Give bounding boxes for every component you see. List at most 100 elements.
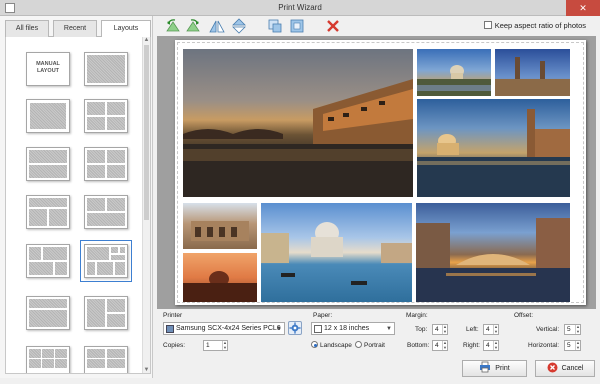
printer-value: Samsung SCX-4x24 Series PCL6 <box>176 325 281 332</box>
portrait-radio[interactable]: Portrait <box>355 341 385 349</box>
layout-mixed-c[interactable] <box>26 244 70 278</box>
margin-top-spinner[interactable]: 4 ▲ ▼ <box>432 324 448 335</box>
margin-bottom-spinner[interactable]: 4 ▲ ▼ <box>432 340 448 351</box>
cancel-label: Cancel <box>561 365 584 372</box>
photo-rome-vatican[interactable] <box>417 49 491 96</box>
margin-right-value: 4 <box>486 342 490 349</box>
image-toolbar: Keep aspect ratio of photos <box>157 16 600 36</box>
gear-icon <box>289 322 301 334</box>
layout-grid-many-b[interactable] <box>84 346 128 373</box>
offset-horizontal-value: 5 <box>567 342 571 349</box>
margin-right-spinner[interactable]: 4 ▲ ▼ <box>483 340 499 351</box>
margin-bottom-value: 4 <box>435 342 439 349</box>
scroll-up-icon[interactable]: ▲ <box>143 37 150 44</box>
layout-mixed-d[interactable] <box>26 296 70 330</box>
margin-left-label: Left: <box>466 326 479 333</box>
scroll-down-icon[interactable]: ▼ <box>143 367 150 373</box>
photo-venice-sangiorgio[interactable] <box>417 99 570 197</box>
offset-label: Offset: <box>514 312 534 319</box>
margin-label: Margin: <box>406 312 428 319</box>
tab-all-files[interactable]: All files <box>5 20 49 37</box>
paper-label: Paper: <box>313 312 333 319</box>
layout-two-rows[interactable] <box>26 147 70 181</box>
photo-florence-river[interactable] <box>183 49 413 197</box>
layout-mixed-a[interactable] <box>26 195 70 229</box>
offset-horizontal-spinner[interactable]: 5 ▲ ▼ <box>564 340 581 351</box>
offset-horizontal-label: Horizontal: <box>528 342 560 349</box>
print-button[interactable]: Print <box>462 360 527 377</box>
left-panel: All files Recent Layouts MANUAL LAYOUT ▲… <box>0 16 153 378</box>
radio-dot[interactable] <box>355 341 362 348</box>
flip-vertical-icon[interactable] <box>231 18 247 34</box>
checkbox-box[interactable] <box>483 21 492 29</box>
delete-icon[interactable] <box>325 18 341 34</box>
landscape-radio[interactable]: Landscape <box>311 341 352 349</box>
fit-icon[interactable] <box>267 18 283 34</box>
flip-horizontal-icon[interactable] <box>209 18 225 34</box>
copies-label: Copies: <box>163 342 186 349</box>
printer-properties-button[interactable] <box>288 321 302 335</box>
paper-icon <box>314 325 322 333</box>
chevron-down-icon: ▼ <box>276 326 282 332</box>
layout-grid-many[interactable] <box>26 346 70 373</box>
layout-manual[interactable]: MANUAL LAYOUT <box>26 52 70 86</box>
fill-icon[interactable] <box>289 18 305 34</box>
layout-list: MANUAL LAYOUT ▲ ▼ <box>5 37 151 374</box>
copies-spinner[interactable]: 1 ▲ ▼ <box>203 340 228 351</box>
layout-four-grid-b[interactable] <box>84 147 128 181</box>
paper-size-select[interactable]: 12 x 18 inches ▼ <box>311 322 395 335</box>
photo-pisa-arches[interactable] <box>183 203 257 249</box>
paper-sheet <box>175 40 586 305</box>
spin-arrows-icon[interactable]: ▲ ▼ <box>575 324 580 334</box>
dialog-buttons: Print Cancel <box>157 360 600 382</box>
window-title: Print Wizard <box>278 3 322 12</box>
margin-right-label: Right: <box>463 342 480 349</box>
spin-arrows-icon[interactable]: ▲ ▼ <box>222 340 227 350</box>
source-tabs: All files Recent Layouts <box>5 20 151 38</box>
print-preview <box>157 36 596 309</box>
chevron-down-icon: ▼ <box>386 326 392 332</box>
layout-single-full[interactable] <box>84 52 128 86</box>
rotate-left-icon[interactable] <box>165 18 181 34</box>
radio-dot[interactable] <box>311 341 318 348</box>
spin-arrows-icon[interactable]: ▲ ▼ <box>493 340 498 350</box>
keep-aspect-checkbox[interactable]: Keep aspect ratio of photos <box>483 21 586 30</box>
portrait-label: Portrait <box>364 342 385 349</box>
print-icon <box>480 361 491 373</box>
rotate-right-icon[interactable] <box>185 18 201 34</box>
margin-left-spinner[interactable]: 4 ▲ ▼ <box>483 324 499 335</box>
margin-top-label: Top: <box>415 326 428 333</box>
margin-left-value: 4 <box>486 326 490 333</box>
cancel-icon <box>547 362 558 373</box>
tab-layouts[interactable]: Layouts <box>101 20 151 38</box>
offset-vertical-value: 5 <box>567 326 571 333</box>
window-close-button[interactable]: ✕ <box>566 0 600 16</box>
title-bar: Print Wizard ✕ <box>0 0 600 16</box>
spin-arrows-icon[interactable]: ▲ ▼ <box>575 340 580 350</box>
cancel-button[interactable]: Cancel <box>535 360 595 377</box>
offset-vertical-spinner[interactable]: 5 ▲ ▼ <box>564 324 581 335</box>
layout-mixed-e[interactable] <box>84 296 128 330</box>
layout-scrollbar[interactable]: ▲ ▼ <box>142 37 150 373</box>
tab-recent[interactable]: Recent <box>53 20 97 37</box>
keep-aspect-label: Keep aspect ratio of photos <box>494 21 586 30</box>
photo-venice-rialto-night[interactable] <box>416 203 570 302</box>
spin-arrows-icon[interactable]: ▲ ▼ <box>493 324 498 334</box>
photo-venice-grand-canal[interactable] <box>261 203 412 302</box>
spin-arrows-icon[interactable]: ▲ ▼ <box>442 340 447 350</box>
print-label: Print <box>495 365 510 372</box>
print-settings: Printer Samsung SCX-4x24 Series PCL6 ▼ C… <box>157 310 600 360</box>
layout-four-grid[interactable] <box>84 99 128 133</box>
spin-arrows-icon[interactable]: ▲ ▼ <box>442 324 447 334</box>
layout-six-collage-selected[interactable] <box>80 240 132 282</box>
printer-select[interactable]: Samsung SCX-4x24 Series PCL6 ▼ <box>163 322 285 335</box>
photo-tuscany-towers[interactable] <box>495 49 570 96</box>
photo-florence-duomo-sunset[interactable] <box>183 253 257 302</box>
manual-layout-label: MANUAL LAYOUT <box>36 61 60 74</box>
layout-mixed-b[interactable] <box>84 195 128 229</box>
scroll-thumb[interactable] <box>144 45 149 220</box>
margin-bottom-label: Bottom: <box>407 342 430 349</box>
printer-icon <box>166 325 174 333</box>
layout-single-framed[interactable] <box>26 99 70 133</box>
landscape-label: Landscape <box>320 342 352 349</box>
